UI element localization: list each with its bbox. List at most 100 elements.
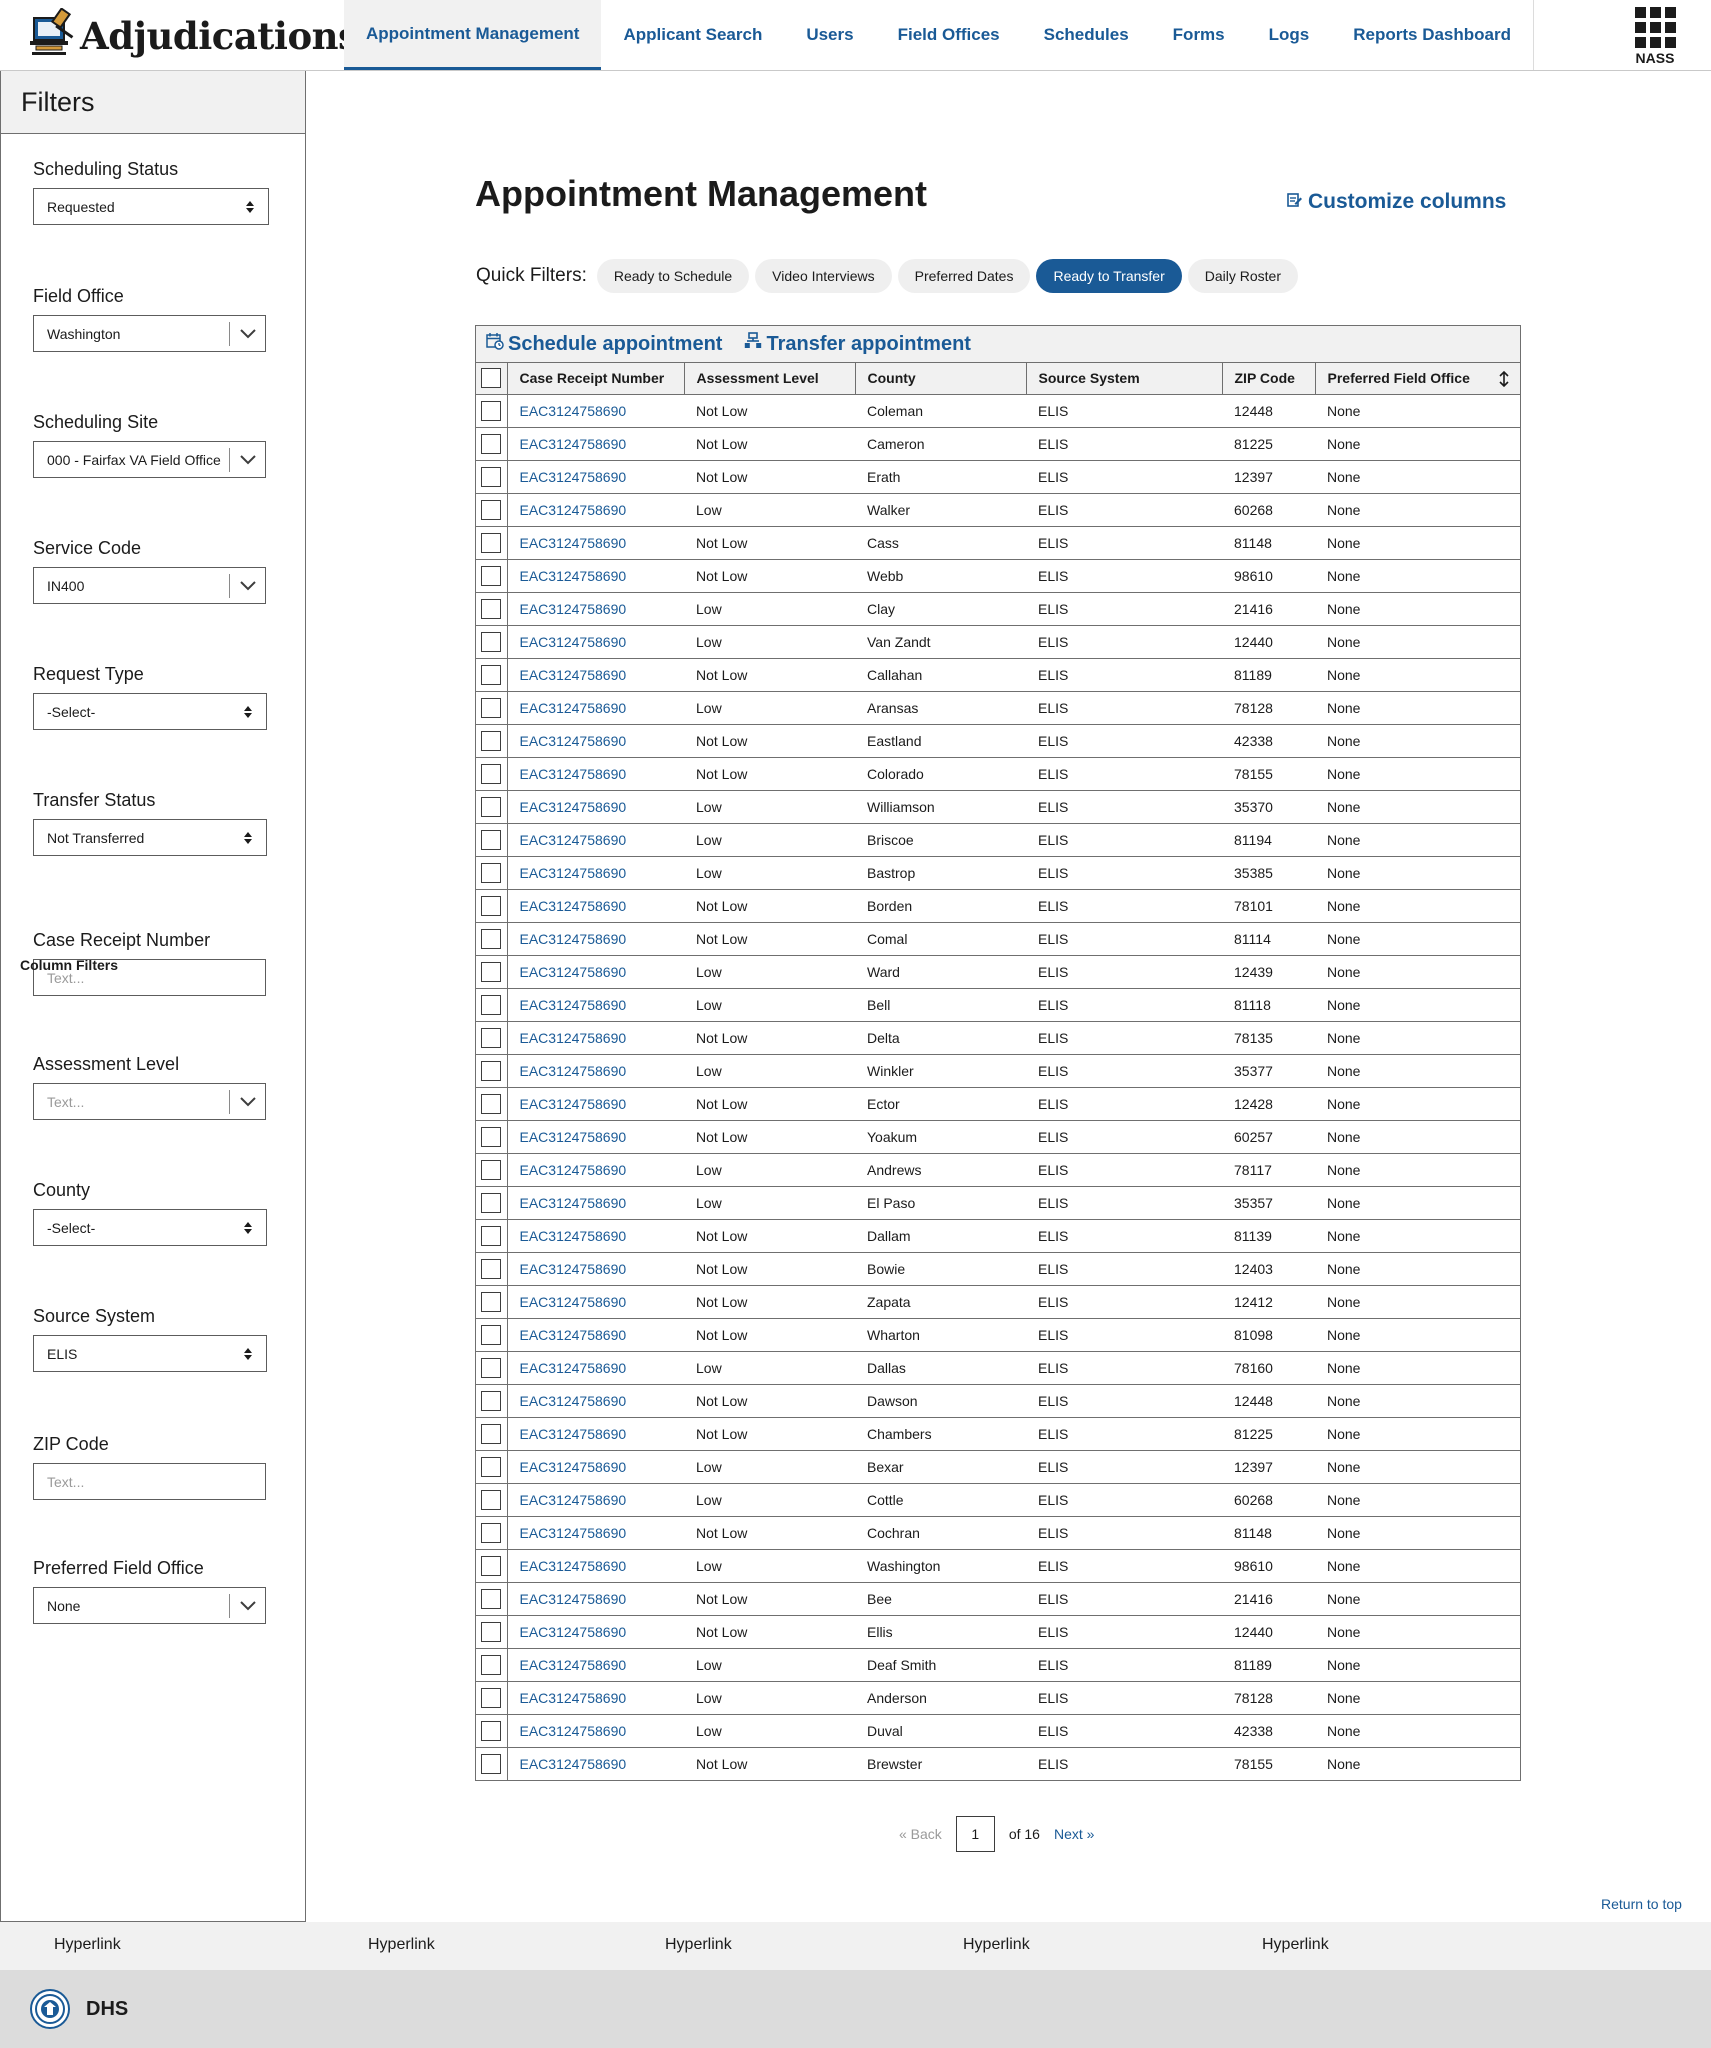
pager-back-button[interactable]: « Back xyxy=(899,1826,942,1842)
row-checkbox[interactable] xyxy=(481,631,502,652)
row-checkbox[interactable] xyxy=(481,1621,502,1642)
table-row[interactable]: EAC3124758690 Not Low Wharton ELIS 81098 None xyxy=(476,1318,1520,1352)
chevron-down-icon[interactable] xyxy=(229,1090,265,1114)
table-row[interactable]: EAC3124758690 Not Low Cameron ELIS 81225 None xyxy=(476,427,1520,461)
case-receipt-number-cell[interactable]: EAC3124758690 xyxy=(507,1582,684,1616)
row-checkbox[interactable] xyxy=(481,895,502,916)
zip-code-input[interactable]: Text... xyxy=(33,1463,266,1500)
row-checkbox[interactable] xyxy=(481,565,502,586)
sort-icon[interactable] xyxy=(1498,370,1510,391)
column-header-county[interactable]: County xyxy=(855,363,1027,395)
row-checkbox[interactable] xyxy=(481,400,502,421)
table-row[interactable]: EAC3124758690 Not Low Borden ELIS 78101 None xyxy=(476,889,1520,923)
table-row[interactable]: EAC3124758690 Not Low Chambers ELIS 81225 Non… xyxy=(476,1417,1520,1451)
table-row[interactable]: EAC3124758690 Low Duval ELIS 42338 None xyxy=(476,1714,1520,1748)
case-receipt-number-cell[interactable]: EAC3124758690 xyxy=(507,1054,684,1088)
table-row[interactable]: EAC3124758690 Not Low Coleman ELIS 12448 None xyxy=(476,394,1520,428)
table-row[interactable]: EAC3124758690 Not Low Eastland ELIS 42338 Non… xyxy=(476,724,1520,758)
table-row[interactable]: EAC3124758690 Low Ward ELIS 12439 None xyxy=(476,955,1520,989)
case-receipt-number-cell[interactable]: EAC3124758690 xyxy=(507,922,684,956)
row-checkbox[interactable] xyxy=(481,1027,502,1048)
case-receipt-number-cell[interactable]: EAC3124758690 xyxy=(507,1747,684,1780)
row-checkbox[interactable] xyxy=(481,763,502,784)
case-receipt-number-cell[interactable]: EAC3124758690 xyxy=(507,658,684,692)
footer-link[interactable]: Hyperlink xyxy=(368,1936,435,1954)
chevron-down-icon[interactable] xyxy=(229,574,265,598)
table-row[interactable]: EAC3124758690 Not Low Erath ELIS 12397 None xyxy=(476,460,1520,494)
row-checkbox[interactable] xyxy=(481,1357,502,1378)
case-receipt-number-cell[interactable]: EAC3124758690 xyxy=(507,460,684,494)
row-checkbox[interactable] xyxy=(481,1291,502,1312)
row-checkbox[interactable] xyxy=(481,1192,502,1213)
row-checkbox[interactable] xyxy=(481,1687,502,1708)
table-row[interactable]: EAC3124758690 Low Bastrop ELIS 35385 None xyxy=(476,856,1520,890)
quick-filter-preferred-dates[interactable]: Preferred Dates xyxy=(897,259,1031,293)
footer-link[interactable]: Hyperlink xyxy=(665,1936,732,1954)
preferred-field-office-select[interactable]: None xyxy=(33,1587,266,1624)
table-row[interactable]: EAC3124758690 Low Cottle ELIS 60268 None xyxy=(476,1483,1520,1517)
table-row[interactable]: EAC3124758690 Not Low Ector ELIS 12428 None xyxy=(476,1087,1520,1121)
table-row[interactable]: EAC3124758690 Not Low Cass ELIS 81148 None xyxy=(476,526,1520,560)
assessment-level-select[interactable]: Text... xyxy=(33,1083,266,1120)
case-receipt-number-cell[interactable]: EAC3124758690 xyxy=(507,1681,684,1715)
row-checkbox[interactable] xyxy=(481,1753,502,1774)
field-office-select[interactable]: Washington xyxy=(33,315,266,352)
nav-item-applicant-search[interactable]: Applicant Search xyxy=(601,0,784,70)
table-row[interactable]: EAC3124758690 Not Low Zapata ELIS 12412 None xyxy=(476,1285,1520,1319)
case-receipt-number-cell[interactable]: EAC3124758690 xyxy=(507,988,684,1022)
quick-filter-ready-to-transfer[interactable]: Ready to Transfer xyxy=(1036,259,1182,293)
chevron-down-icon[interactable] xyxy=(229,322,265,346)
table-row[interactable]: EAC3124758690 Low Andrews ELIS 78117 None xyxy=(476,1153,1520,1187)
table-row[interactable]: EAC3124758690 Not Low Brewster ELIS 78155 Non… xyxy=(476,1747,1520,1780)
case-receipt-number-cell[interactable]: EAC3124758690 xyxy=(507,823,684,857)
row-checkbox[interactable] xyxy=(481,796,502,817)
chevron-down-icon[interactable] xyxy=(229,1594,265,1618)
case-receipt-number-cell[interactable]: EAC3124758690 xyxy=(507,790,684,824)
row-checkbox[interactable] xyxy=(481,1654,502,1675)
table-row[interactable]: EAC3124758690 Low Bell ELIS 81118 None xyxy=(476,988,1520,1022)
case-receipt-number-cell[interactable]: EAC3124758690 xyxy=(507,1186,684,1220)
table-row[interactable]: EAC3124758690 Low Williamson ELIS 35370 None xyxy=(476,790,1520,824)
row-checkbox[interactable] xyxy=(481,1423,502,1444)
source-system-select[interactable]: ELIS xyxy=(33,1335,267,1372)
nav-item-reports-dashboard[interactable]: Reports Dashboard xyxy=(1331,0,1533,70)
case-receipt-number-cell[interactable]: EAC3124758690 xyxy=(507,889,684,923)
nav-item-logs[interactable]: Logs xyxy=(1247,0,1332,70)
row-checkbox[interactable] xyxy=(481,1324,502,1345)
case-receipt-number-cell[interactable]: EAC3124758690 xyxy=(507,1549,684,1583)
footer-link[interactable]: Hyperlink xyxy=(963,1936,1030,1954)
row-checkbox[interactable] xyxy=(481,433,502,454)
apps-menu-button[interactable]: NASS xyxy=(1633,7,1677,66)
case-receipt-number-cell[interactable]: EAC3124758690 xyxy=(507,691,684,725)
table-row[interactable]: EAC3124758690 Low Winkler ELIS 35377 None xyxy=(476,1054,1520,1088)
row-checkbox[interactable] xyxy=(481,862,502,883)
table-row[interactable]: EAC3124758690 Not Low Comal ELIS 81114 None xyxy=(476,922,1520,956)
row-checkbox[interactable] xyxy=(481,1390,502,1411)
case-receipt-number-cell[interactable]: EAC3124758690 xyxy=(507,1252,684,1286)
case-receipt-number-cell[interactable]: EAC3124758690 xyxy=(507,724,684,758)
case-receipt-number-cell[interactable]: EAC3124758690 xyxy=(507,427,684,461)
row-checkbox[interactable] xyxy=(481,664,502,685)
row-checkbox[interactable] xyxy=(481,1456,502,1477)
case-receipt-number-cell[interactable]: EAC3124758690 xyxy=(507,1318,684,1352)
transfer-status-select[interactable]: Not Transferred xyxy=(33,819,267,856)
chevron-down-icon[interactable] xyxy=(229,448,265,472)
quick-filter-video-interviews[interactable]: Video Interviews xyxy=(755,259,892,293)
county-select[interactable]: -Select- xyxy=(33,1209,267,1246)
schedule-appointment-button[interactable]: Schedule appointment xyxy=(486,332,722,356)
footer-link[interactable]: Hyperlink xyxy=(1262,1936,1329,1954)
case-receipt-number-cell[interactable]: EAC3124758690 xyxy=(507,592,684,626)
row-checkbox[interactable] xyxy=(481,499,502,520)
row-checkbox[interactable] xyxy=(481,1258,502,1279)
nav-item-appointment-management[interactable]: Appointment Management xyxy=(344,0,602,70)
request-type-select[interactable]: -Select- xyxy=(33,693,267,730)
case-receipt-number-cell[interactable]: EAC3124758690 xyxy=(507,625,684,659)
column-header-preferred-field-office[interactable]: Preferred Field Office xyxy=(1315,363,1520,395)
row-checkbox[interactable] xyxy=(481,994,502,1015)
nav-item-schedules[interactable]: Schedules xyxy=(1022,0,1151,70)
row-checkbox[interactable] xyxy=(481,1060,502,1081)
table-row[interactable]: EAC3124758690 Not Low Yoakum ELIS 60257 None xyxy=(476,1120,1520,1154)
case-receipt-number-cell[interactable]: EAC3124758690 xyxy=(507,1483,684,1517)
row-checkbox[interactable] xyxy=(481,1522,502,1543)
case-receipt-number-cell[interactable]: EAC3124758690 xyxy=(507,1384,684,1418)
